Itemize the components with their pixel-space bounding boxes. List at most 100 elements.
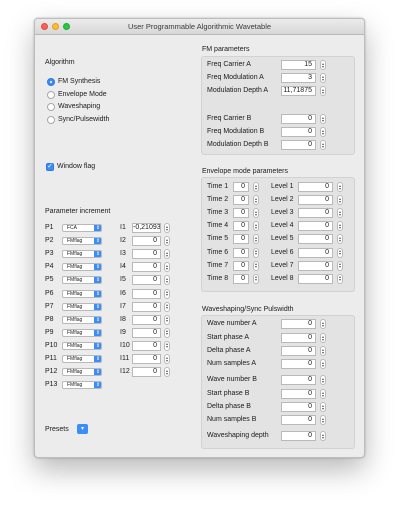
stepper-arrows-icon[interactable] xyxy=(253,247,259,258)
stepper-arrows-icon[interactable] xyxy=(253,234,259,245)
envelope-level-field[interactable]: 0 xyxy=(298,247,333,258)
param-select-p7[interactable]: FMflag ⇕ xyxy=(62,302,102,311)
envelope-time-field[interactable]: 0 xyxy=(233,260,249,271)
envelope-level-field[interactable]: 0 xyxy=(298,195,333,206)
stepper-arrows-icon[interactable] xyxy=(320,402,326,412)
title-bar[interactable]: User Programmable Algorithmic Wavetable xyxy=(35,19,364,35)
stepper-arrows-icon[interactable] xyxy=(320,359,326,369)
stepper-arrows-icon[interactable] xyxy=(164,367,170,378)
stepper-arrows-icon[interactable] xyxy=(320,140,326,150)
stepper-arrows-icon[interactable] xyxy=(164,236,170,247)
stepper-arrows-icon[interactable] xyxy=(320,60,326,70)
waveshaping-param-field[interactable]: 0 xyxy=(281,319,316,329)
increment-field-i12[interactable]: 0 xyxy=(132,367,161,378)
stepper-arrows-icon[interactable] xyxy=(320,114,326,124)
stepper-arrows-icon[interactable] xyxy=(337,247,343,258)
stepper-arrows-icon[interactable] xyxy=(337,260,343,271)
waveshaping-param-field[interactable]: 0 xyxy=(281,402,316,412)
increment-field-i8[interactable]: 0 xyxy=(132,314,161,325)
stepper-arrows-icon[interactable] xyxy=(164,249,170,260)
envelope-time-field[interactable]: 0 xyxy=(233,182,249,192)
stepper-arrows-icon[interactable] xyxy=(164,340,170,351)
stepper-arrows-icon[interactable] xyxy=(320,73,326,83)
stepper-arrows-icon[interactable] xyxy=(253,182,259,192)
envelope-time-field[interactable]: 0 xyxy=(233,273,249,284)
param-select-p1[interactable]: FCA ⇕ xyxy=(62,224,102,232)
stepper-arrows-icon[interactable] xyxy=(164,314,170,325)
stepper-arrows-icon[interactable] xyxy=(253,260,259,271)
envelope-time-field[interactable]: 0 xyxy=(233,221,249,232)
envelope-level-field[interactable]: 0 xyxy=(298,273,333,284)
stepper-arrows-icon[interactable] xyxy=(320,389,326,399)
envelope-level-field[interactable]: 0 xyxy=(298,234,333,245)
envelope-time-field[interactable]: 0 xyxy=(233,195,249,206)
fm-param-field[interactable]: 0 xyxy=(281,140,316,150)
param-select-p9[interactable]: FMflag ⇕ xyxy=(62,328,102,337)
increment-field-i11[interactable]: 0 xyxy=(132,354,161,364)
stepper-arrows-icon[interactable] xyxy=(253,195,259,206)
waveshaping-param-field[interactable]: 0 xyxy=(281,359,316,369)
param-select-p6[interactable]: FMflag ⇕ xyxy=(62,289,102,298)
stepper-arrows-icon[interactable] xyxy=(337,195,343,206)
algorithm-radio-0[interactable] xyxy=(47,78,55,86)
waveshaping-param-field[interactable]: 0 xyxy=(281,375,316,385)
param-select-p3[interactable]: FMflag ⇕ xyxy=(62,250,102,259)
param-select-p11[interactable]: FMflag ⇕ xyxy=(62,355,102,363)
fm-param-field[interactable]: 0 xyxy=(281,127,316,137)
increment-field-i10[interactable]: 0 xyxy=(132,340,161,351)
param-select-p5[interactable]: FMflag ⇕ xyxy=(62,276,102,285)
algorithm-radio-1[interactable] xyxy=(47,90,55,99)
stepper-arrows-icon[interactable] xyxy=(337,234,343,245)
fm-param-field[interactable]: 3 xyxy=(281,73,316,83)
envelope-level-field[interactable]: 0 xyxy=(298,221,333,232)
stepper-arrows-icon[interactable] xyxy=(164,288,170,299)
envelope-time-field[interactable]: 0 xyxy=(233,234,249,245)
waveshaping-param-field[interactable]: 0 xyxy=(281,431,316,441)
increment-field-i9[interactable]: 0 xyxy=(132,327,161,338)
envelope-level-field[interactable]: 0 xyxy=(298,208,333,219)
stepper-arrows-icon[interactable] xyxy=(337,208,343,219)
increment-field-i3[interactable]: 0 xyxy=(132,249,161,260)
algorithm-radio-2[interactable] xyxy=(47,103,55,111)
stepper-arrows-icon[interactable] xyxy=(164,327,170,338)
increment-field-i7[interactable]: 0 xyxy=(132,301,161,312)
param-select-p8[interactable]: FMflag ⇕ xyxy=(62,315,102,324)
stepper-arrows-icon[interactable] xyxy=(320,415,326,425)
stepper-arrows-icon[interactable] xyxy=(337,273,343,284)
algorithm-radio-3[interactable] xyxy=(47,115,55,124)
fm-param-field[interactable]: 15 xyxy=(281,60,316,70)
param-select-p12[interactable]: FMflag ⇕ xyxy=(62,368,102,377)
increment-field-i6[interactable]: 0 xyxy=(132,288,161,299)
envelope-level-field[interactable]: 0 xyxy=(298,182,333,192)
window-flag-checkbox[interactable]: ✓ xyxy=(46,163,54,171)
param-select-p13[interactable]: FMflag ⇕ xyxy=(62,381,102,390)
stepper-arrows-icon[interactable] xyxy=(337,221,343,232)
stepper-arrows-icon[interactable] xyxy=(320,346,326,356)
waveshaping-param-field[interactable]: 0 xyxy=(281,346,316,356)
stepper-arrows-icon[interactable] xyxy=(164,301,170,312)
stepper-arrows-icon[interactable] xyxy=(337,182,343,192)
fm-param-field[interactable]: 0 xyxy=(281,114,316,124)
envelope-level-field[interactable]: 0 xyxy=(298,260,333,271)
presets-popup-button[interactable]: ▾ xyxy=(77,424,88,434)
waveshaping-param-field[interactable]: 0 xyxy=(281,389,316,399)
increment-field-i5[interactable]: 0 xyxy=(132,275,161,286)
stepper-arrows-icon[interactable] xyxy=(164,223,170,233)
stepper-arrows-icon[interactable] xyxy=(253,221,259,232)
envelope-time-field[interactable]: 0 xyxy=(233,247,249,258)
stepper-arrows-icon[interactable] xyxy=(253,273,259,284)
increment-field-i4[interactable]: 0 xyxy=(132,262,161,273)
increment-field-i2[interactable]: 0 xyxy=(132,236,161,247)
stepper-arrows-icon[interactable] xyxy=(164,354,170,364)
stepper-arrows-icon[interactable] xyxy=(320,86,326,96)
stepper-arrows-icon[interactable] xyxy=(253,208,259,219)
fm-param-field[interactable]: 11,71875 xyxy=(281,86,316,96)
stepper-arrows-icon[interactable] xyxy=(320,127,326,137)
envelope-time-field[interactable]: 0 xyxy=(233,208,249,219)
stepper-arrows-icon[interactable] xyxy=(320,319,326,329)
waveshaping-param-field[interactable]: 0 xyxy=(281,415,316,425)
stepper-arrows-icon[interactable] xyxy=(164,262,170,273)
increment-field-i1[interactable]: -0,21093 xyxy=(132,223,161,233)
param-select-p10[interactable]: FMflag ⇕ xyxy=(62,341,102,350)
stepper-arrows-icon[interactable] xyxy=(320,375,326,385)
